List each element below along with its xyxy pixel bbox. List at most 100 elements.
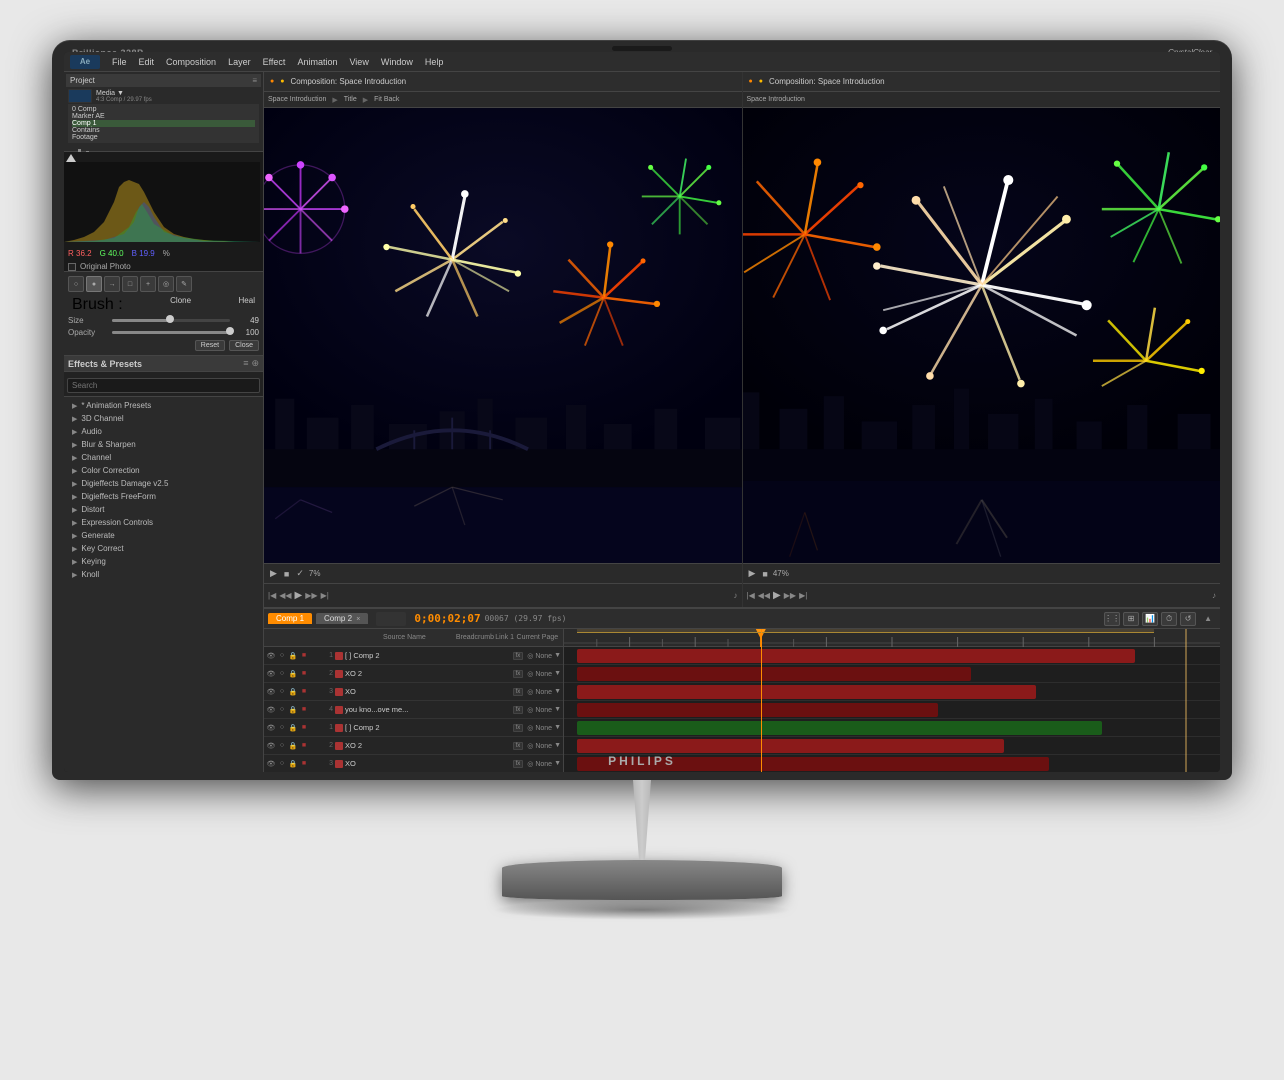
effect-audio[interactable]: ▶ Audio	[64, 425, 263, 438]
tl-eye-4[interactable]: 👁	[266, 705, 276, 715]
close-button[interactable]: Close	[229, 340, 259, 351]
timeline-tab-comp1[interactable]: Comp 1	[268, 613, 312, 624]
ctrl-fwd-left[interactable]: ▶▶	[305, 591, 317, 600]
tl-dropdown-arrow-4[interactable]: ▼	[554, 706, 561, 713]
tl-lock-1[interactable]: 🔒	[288, 651, 298, 661]
menu-animation[interactable]: Animation	[297, 57, 337, 67]
tool-rect-btn[interactable]: □	[122, 276, 138, 292]
effect-blur-sharpen[interactable]: ▶ Blur & Sharpen	[64, 438, 263, 451]
effect-digieffects-freeform[interactable]: ▶ Digieffects FreeForm	[64, 490, 263, 503]
tl-solo-2[interactable]: ○	[277, 669, 287, 679]
effects-pin-icon[interactable]: ⊕	[251, 358, 259, 369]
tl-layer-row-6[interactable]: 👁 ○ 🔒 ■ 2 XO 2	[264, 737, 563, 755]
tl-fx-btn-3[interactable]: fx	[513, 688, 524, 696]
effect-distort[interactable]: ▶ Distort	[64, 503, 263, 516]
tool-circle-btn[interactable]: ○	[68, 276, 84, 292]
tl-layer-row-1[interactable]: 👁 ○ 🔒 ■ 1 [ ] Comp 2	[264, 647, 563, 665]
tl-fx-btn-4[interactable]: fx	[513, 706, 524, 714]
tl-label-1[interactable]: ■	[299, 651, 309, 661]
project-list-item-active[interactable]: Comp 1	[72, 120, 255, 127]
project-panel-menu[interactable]: ≡	[252, 76, 257, 85]
tool-eye-btn[interactable]: ◎	[158, 276, 174, 292]
ctrl-stop-left[interactable]: ■	[282, 569, 291, 579]
effect-digieffects-damage[interactable]: ▶ Digieffects Damage v2.5	[64, 477, 263, 490]
tl-dropdown-arrow-7[interactable]: ▼	[554, 760, 561, 767]
tl-solo-1[interactable]: ○	[277, 651, 287, 661]
tool-cross-btn[interactable]: +	[140, 276, 156, 292]
original-photo-checkbox[interactable]	[68, 263, 76, 271]
tl-fx-btn-6[interactable]: fx	[513, 742, 524, 750]
ctrl-prev-right[interactable]: |◀	[747, 591, 755, 600]
tl-solo-4[interactable]: ○	[277, 705, 287, 715]
tl-layer-row-7[interactable]: 👁 ○ 🔒 ■ 3 XO	[264, 755, 563, 772]
effect-expression-controls[interactable]: ▶ Expression Controls	[64, 516, 263, 529]
reset-button[interactable]: Reset	[195, 340, 225, 351]
ctrl-audio-right[interactable]: ♪	[1212, 591, 1216, 600]
tl-expand-btn[interactable]: ▲	[1204, 614, 1212, 623]
tl-label-6[interactable]: ■	[299, 741, 309, 751]
timeline-close-comp2[interactable]: ×	[356, 616, 360, 623]
tl-fx-btn-2[interactable]: fx	[513, 670, 524, 678]
tl-label-4[interactable]: ■	[299, 705, 309, 715]
tl-dropdown-arrow-6[interactable]: ▼	[554, 742, 561, 749]
menu-composition[interactable]: Composition	[166, 57, 216, 67]
ctrl-next-right[interactable]: ▶|	[799, 591, 807, 600]
tl-fx-btn-5[interactable]: fx	[513, 724, 524, 732]
tl-eye-6[interactable]: 👁	[266, 741, 276, 751]
project-list-item-2[interactable]: Marker AE	[72, 113, 255, 120]
tool-dot-btn[interactable]: ●	[86, 276, 102, 292]
effect-knoll[interactable]: ▶ Knoll	[64, 568, 263, 581]
tl-layer-row-4[interactable]: 👁 ○ 🔒 ■ 4 you kno...ove me...	[264, 701, 563, 719]
ctrl-back-left[interactable]: ◀◀	[279, 591, 291, 600]
tl-lock-5[interactable]: 🔒	[288, 723, 298, 733]
effects-search-input[interactable]	[67, 378, 260, 393]
menu-file[interactable]: File	[112, 57, 127, 67]
ctrl-play-left[interactable]: ▶	[268, 568, 279, 579]
menu-effect[interactable]: Effect	[263, 57, 286, 67]
ctrl-check-left[interactable]: ✓	[294, 568, 306, 579]
tl-lock-4[interactable]: 🔒	[288, 705, 298, 715]
tl-btn-4[interactable]: ⏱	[1161, 612, 1177, 626]
menu-window[interactable]: Window	[381, 57, 413, 67]
project-list-item-1[interactable]: 0 Comp	[72, 106, 255, 113]
comp-viewer-right-min[interactable]: ●	[759, 78, 763, 85]
comp-viewer-right-close[interactable]: ●	[749, 78, 753, 85]
project-list-item-3[interactable]: Contains	[72, 127, 255, 134]
ctrl-back-right[interactable]: ◀◀	[758, 591, 770, 600]
effect-key-correct[interactable]: ▶ Key Correct	[64, 542, 263, 555]
tl-dropdown-arrow-3[interactable]: ▼	[554, 688, 561, 695]
tl-layer-row-5[interactable]: 👁 ○ 🔒 ■ 1 [ ] Comp 2	[264, 719, 563, 737]
tl-layer-row-3[interactable]: 👁 ○ 🔒 ■ 3 XO	[264, 683, 563, 701]
tool-pen-btn[interactable]: ✎	[176, 276, 192, 292]
project-list-item-4[interactable]: Footage	[72, 134, 255, 141]
comp-viewer-left-min[interactable]: ●	[280, 78, 284, 85]
tl-dropdown-arrow-5[interactable]: ▼	[554, 724, 561, 731]
effect-channel[interactable]: ▶ Channel	[64, 451, 263, 464]
tl-eye-3[interactable]: 👁	[266, 687, 276, 697]
breadcrumb-tab-right[interactable]: Space Introduction	[747, 96, 805, 103]
comp-viewer-left-close[interactable]: ●	[270, 78, 274, 85]
ctrl-play2-left[interactable]: ▶	[295, 590, 303, 601]
tl-lock-3[interactable]: 🔒	[288, 687, 298, 697]
tool-arrow-btn[interactable]: →	[104, 276, 120, 292]
tl-fx-btn-7[interactable]: fx	[513, 760, 524, 768]
ctrl-fwd-right[interactable]: ▶▶	[784, 591, 796, 600]
tl-btn-3[interactable]: 📊	[1142, 612, 1158, 626]
tl-eye-7[interactable]: 👁	[266, 759, 276, 769]
tl-eye-2[interactable]: 👁	[266, 669, 276, 679]
effect-color-correction[interactable]: ▶ Color Correction	[64, 464, 263, 477]
menu-edit[interactable]: Edit	[139, 57, 155, 67]
project-item-1[interactable]: Media ▼ 4:3 Comp / 29.97 fps	[68, 89, 259, 103]
effect-animation-presets[interactable]: ▶ * Animation Presets	[64, 399, 263, 412]
effect-generate[interactable]: ▶ Generate	[64, 529, 263, 542]
tl-dropdown-arrow-2[interactable]: ▼	[554, 670, 561, 677]
histogram-toggle[interactable]	[66, 154, 76, 162]
ctrl-audio-left[interactable]: ♪	[734, 591, 738, 600]
clone-label[interactable]: Clone	[170, 296, 191, 314]
tl-solo-7[interactable]: ○	[277, 759, 287, 769]
effect-3d-channel[interactable]: ▶ 3D Channel	[64, 412, 263, 425]
effect-keying[interactable]: ▶ Keying	[64, 555, 263, 568]
tl-btn-1[interactable]: ⋮⋮	[1104, 612, 1120, 626]
opacity-slider-thumb[interactable]	[226, 327, 234, 335]
ctrl-next-left[interactable]: ▶|	[321, 591, 329, 600]
